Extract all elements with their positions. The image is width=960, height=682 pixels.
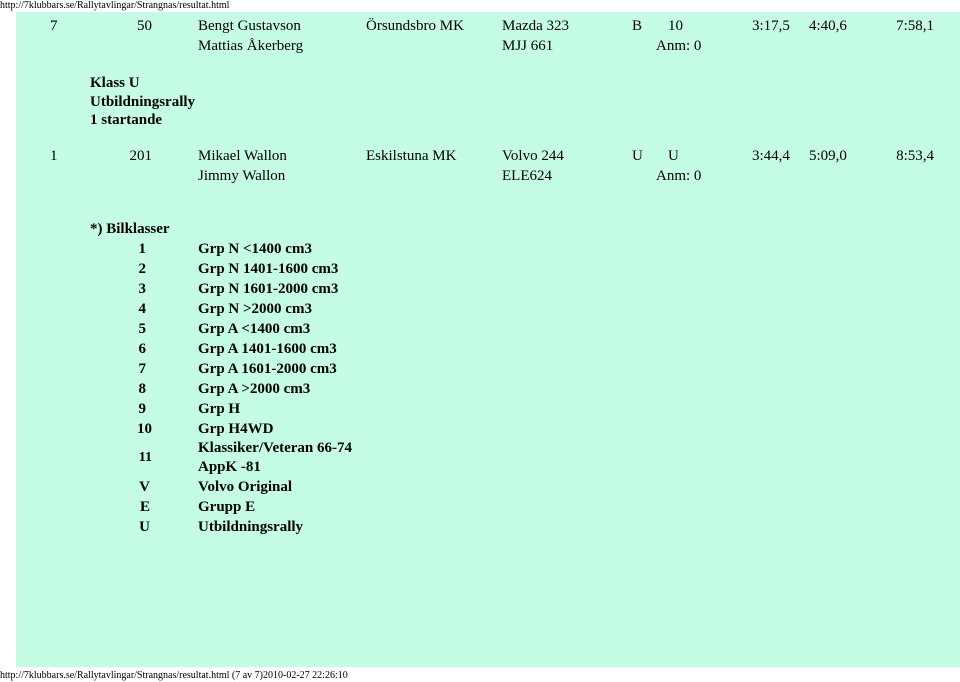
starter-count: 1 startande: [90, 112, 163, 128]
legend-label: Grp N 1401-1600 cm3: [198, 261, 339, 277]
legend-label-line2: AppK -81: [198, 459, 261, 475]
results-panel: 7 50 Bengt Gustavson Mattias Åkerberg Ör…: [16, 12, 960, 667]
group-code: U: [668, 148, 679, 164]
legend-code: 3: [138, 281, 147, 297]
legend-code: 10: [137, 421, 152, 437]
start-number: 50: [137, 18, 152, 34]
club: Eskilstuna MK: [366, 148, 457, 164]
total-time: 7:58,1: [896, 18, 934, 34]
legend-label: Grp A 1601-2000 cm3: [198, 361, 337, 377]
legend-label: Grp A 1401-1600 cm3: [198, 341, 337, 357]
total-time: 8:53,4: [896, 148, 934, 164]
car-model: Mazda 323: [502, 18, 570, 34]
stage-time-1: 3:17,5: [752, 18, 790, 34]
group-code: 10: [668, 18, 683, 34]
legend-label: Grp N <1400 cm3: [198, 241, 312, 257]
legend-label: Volvo Original: [198, 479, 293, 495]
legend-label: Grp A <1400 cm3: [198, 321, 311, 337]
legend-code: 2: [138, 261, 147, 277]
stage-time-2: 4:40,6: [809, 18, 847, 34]
class-title: Klass U: [90, 75, 140, 91]
place: 7: [50, 18, 58, 34]
stage-time-1: 3:44,4: [752, 148, 790, 164]
club: Örsundsbro MK: [366, 18, 464, 34]
start-number: 201: [129, 148, 153, 164]
legend-label: Grp H4WD: [198, 421, 274, 437]
class-name: Utbildningsrally: [90, 94, 196, 110]
stage-time-2: 5:09,0: [809, 148, 847, 164]
place: 1: [50, 148, 58, 164]
legend-code: V: [139, 479, 150, 495]
legend-label: Grp N 1601-2000 cm3: [198, 281, 339, 297]
legend-code: 1: [138, 241, 147, 257]
bilklasser-title: *) Bilklasser: [90, 221, 170, 237]
legend-code: 9: [138, 401, 147, 417]
legend-code: 11: [138, 450, 152, 465]
registration: MJJ 661: [502, 38, 554, 54]
codriver-name: Mattias Åkerberg: [198, 38, 304, 54]
legend-code: 4: [138, 301, 147, 317]
legend-code: 7: [138, 361, 147, 377]
legend-label: Grupp E: [198, 499, 256, 515]
legend-code: 8: [138, 381, 147, 397]
remark: Anm: 0: [656, 38, 702, 54]
legend-code: 6: [138, 341, 147, 357]
header-url: http://7klubbars.se/Rallytavlingar/Stran…: [0, 0, 230, 11]
legend-code: U: [139, 519, 150, 535]
legend-label: Grp A >2000 cm3: [198, 381, 311, 397]
legend-code: 5: [138, 321, 147, 337]
footer-url: http://7klubbars.se/Rallytavlingar/Stran…: [0, 670, 348, 681]
legend-label: Grp N >2000 cm3: [198, 301, 312, 317]
legend-label: Utbildningsrally: [198, 519, 304, 535]
driver-name: Mikael Wallon: [198, 148, 287, 164]
driver-name: Bengt Gustavson: [198, 18, 301, 34]
registration: ELE624: [502, 168, 552, 184]
codriver-name: Jimmy Wallon: [198, 168, 286, 184]
remark: Anm: 0: [656, 168, 702, 184]
car-model: Volvo 244: [502, 148, 564, 164]
legend-label: Grp H: [198, 401, 241, 417]
legend-label: Klassiker/Veteran 66-74: [198, 440, 353, 456]
class-code: B: [632, 18, 643, 34]
class-code: U: [632, 148, 643, 164]
legend-code: E: [139, 499, 150, 515]
